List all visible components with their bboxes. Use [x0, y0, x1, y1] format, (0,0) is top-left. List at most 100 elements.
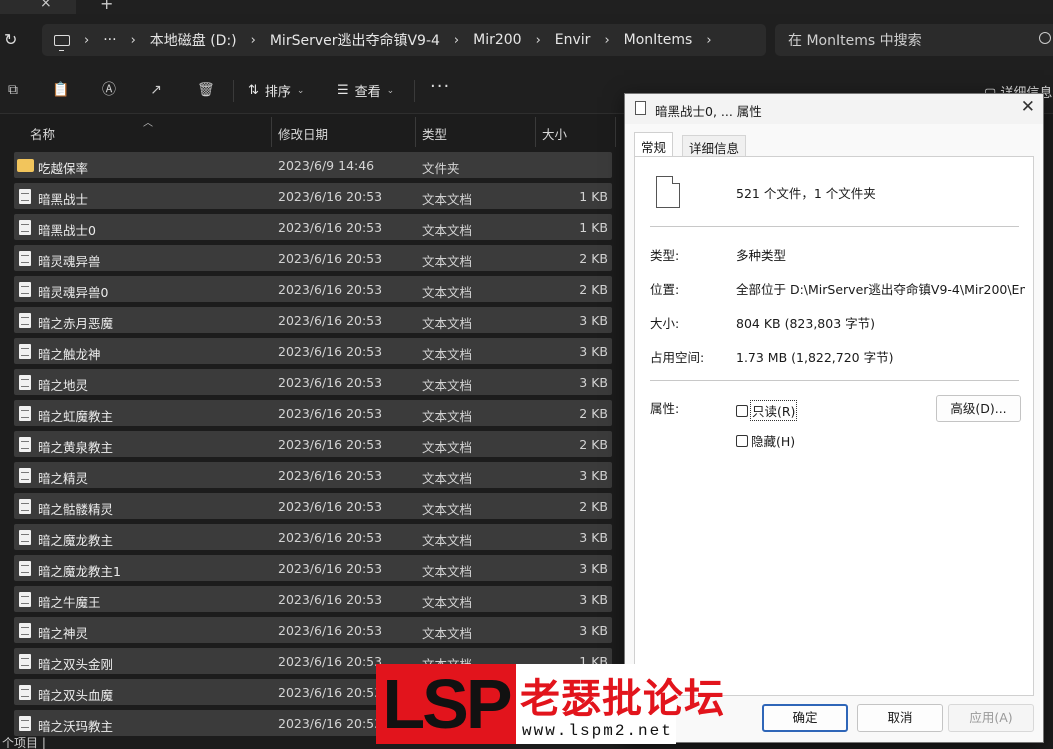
ok-button[interactable]: 确定: [762, 704, 848, 732]
file-row[interactable]: 暗之神灵 2023/6/16 20:53 文本文档 3 KB: [14, 615, 612, 646]
text-document-icon: [19, 592, 31, 607]
file-date: 2023/6/16 20:53: [278, 189, 383, 204]
apply-button[interactable]: 应用(A): [948, 704, 1034, 732]
file-row[interactable]: 暗之触龙神 2023/6/16 20:53 文本文档 3 KB: [14, 336, 612, 367]
file-date: 2023/6/16 20:53: [278, 592, 383, 607]
chevron-right-icon[interactable]: ›: [251, 33, 256, 48]
text-document-icon: [19, 654, 31, 669]
file-row[interactable]: 暗灵魂异兽 2023/6/16 20:53 文本文档 2 KB: [14, 243, 612, 274]
file-row[interactable]: 暗之黄泉教主 2023/6/16 20:53 文本文档 2 KB: [14, 429, 612, 460]
watermark-url: www.lspm2.net: [522, 722, 673, 740]
file-row[interactable]: 暗灵魂异兽0 2023/6/16 20:53 文本文档 2 KB: [14, 274, 612, 305]
toolbar-divider: [233, 80, 234, 102]
readonly-checkbox[interactable]: 只读(R): [736, 400, 798, 421]
text-document-icon: [19, 344, 31, 359]
divider: [650, 226, 1019, 227]
cancel-button[interactable]: 取消: [857, 704, 943, 732]
chevron-right-icon[interactable]: ›: [604, 33, 609, 48]
rename-icon[interactable]: Ⓐ: [101, 82, 117, 98]
this-pc-icon[interactable]: [54, 34, 70, 51]
sort-button[interactable]: ⇅ 排序 ⌄: [248, 81, 304, 100]
breadcrumb-drive[interactable]: 本地磁盘 (D:): [150, 30, 237, 50]
view-button[interactable]: ☰ 查看 ⌄: [337, 81, 394, 100]
column-separator[interactable]: [415, 117, 416, 147]
file-name: 暗灵魂异兽: [38, 254, 101, 269]
breadcrumb-envir[interactable]: Envir: [555, 32, 591, 48]
more-options-icon[interactable]: ···: [430, 76, 450, 97]
file-date: 2023/6/16 20:53: [278, 282, 383, 297]
advanced-button[interactable]: 高级(D)...: [936, 395, 1021, 422]
text-document-icon: [19, 189, 31, 204]
chevron-right-icon[interactable]: ›: [536, 33, 541, 48]
size-label: 大小:: [650, 316, 680, 331]
file-row[interactable]: 吃越保率 2023/6/9 14:46 文件夹: [14, 150, 612, 181]
delete-icon[interactable]: 🗑: [197, 82, 215, 98]
file-type: 文本文档: [422, 533, 473, 548]
column-type[interactable]: 类型: [422, 124, 447, 143]
breadcrumb-mir200[interactable]: Mir200: [473, 32, 521, 48]
copy-icon[interactable]: ⧉: [5, 82, 21, 98]
breadcrumb-monitems[interactable]: MonItems: [624, 32, 693, 48]
column-name[interactable]: 名称: [30, 124, 55, 143]
breadcrumb-more[interactable]: ···: [103, 32, 116, 48]
tab-close-icon[interactable]: ×: [40, 0, 52, 11]
chevron-right-icon[interactable]: ›: [131, 33, 136, 48]
text-document-icon: [19, 530, 31, 545]
readonly-label: 只读(R): [749, 400, 798, 421]
file-row[interactable]: 暗之牛魔王 2023/6/16 20:53 文本文档 3 KB: [14, 584, 612, 615]
column-header-row: ︿ 名称 修改日期 类型 大小: [0, 117, 620, 147]
type-value: 多种类型: [736, 248, 787, 263]
chevron-right-icon[interactable]: ›: [84, 33, 89, 48]
close-icon[interactable]: ✕: [1021, 97, 1035, 117]
active-tab[interactable]: ×: [0, 0, 76, 14]
file-row[interactable]: 暗之骷髅精灵 2023/6/16 20:53 文本文档 2 KB: [14, 491, 612, 522]
file-row[interactable]: 暗之精灵 2023/6/16 20:53 文本文档 3 KB: [14, 460, 612, 491]
file-date: 2023/6/16 20:53: [278, 561, 383, 576]
checkbox-box[interactable]: [736, 434, 748, 447]
text-document-icon: [19, 251, 31, 266]
file-size: 3 KB: [579, 623, 608, 638]
share-icon[interactable]: ↗: [148, 82, 164, 98]
checkbox-box[interactable]: [736, 404, 748, 417]
file-row[interactable]: 暗黑战士0 2023/6/16 20:53 文本文档 1 KB: [14, 212, 612, 243]
file-size: 3 KB: [579, 375, 608, 390]
column-separator[interactable]: [535, 117, 536, 147]
file-size: 3 KB: [579, 561, 608, 576]
file-row[interactable]: 暗之虹魔教主 2023/6/16 20:53 文本文档 2 KB: [14, 398, 612, 429]
location-label: 位置:: [650, 282, 680, 297]
tab-details[interactable]: 详细信息: [682, 135, 747, 156]
text-document-icon: [19, 499, 31, 514]
dialog-title-bar[interactable]: 暗黑战士0, ... 属性 ✕: [625, 94, 1043, 124]
refresh-icon[interactable]: ↻: [4, 30, 17, 49]
file-row[interactable]: 暗之魔龙教主1 2023/6/16 20:53 文本文档 3 KB: [14, 553, 612, 584]
address-bar[interactable]: › ··· › 本地磁盘 (D:) › MirServer逃出夺命镇V9-4 ›…: [42, 24, 766, 56]
file-type: 文本文档: [422, 440, 473, 455]
hidden-checkbox[interactable]: 隐藏(H): [736, 431, 795, 450]
column-date[interactable]: 修改日期: [278, 124, 328, 143]
tab-general[interactable]: 常规: [634, 132, 674, 157]
search-icon[interactable]: [1039, 32, 1051, 44]
breadcrumb-mirserver[interactable]: MirServer逃出夺命镇V9-4: [270, 30, 440, 50]
file-row[interactable]: 暗黑战士 2023/6/16 20:53 文本文档 1 KB: [14, 181, 612, 212]
file-row[interactable]: 暗之魔龙教主 2023/6/16 20:53 文本文档 3 KB: [14, 522, 612, 553]
column-separator[interactable]: [271, 117, 272, 147]
document-icon: [635, 101, 646, 115]
file-date: 2023/6/16 20:53: [278, 406, 383, 421]
file-size: 3 KB: [579, 468, 608, 483]
chevron-right-icon[interactable]: ›: [706, 33, 711, 48]
size-value: 804 KB (823,803 字节): [736, 316, 875, 331]
file-list: 吃越保率 2023/6/9 14:46 文件夹 暗黑战士 2023/6/16 20:5…: [14, 150, 612, 739]
chevron-right-icon[interactable]: ›: [454, 33, 459, 48]
sort-label: 排序: [264, 85, 291, 100]
column-size[interactable]: 大小: [542, 124, 567, 143]
file-row[interactable]: 暗之赤月恶魔 2023/6/16 20:53 文本文档 3 KB: [14, 305, 612, 336]
search-input[interactable]: 在 MonItems 中搜索: [775, 24, 1053, 56]
view-label: 查看: [354, 85, 381, 100]
file-row[interactable]: 暗之地灵 2023/6/16 20:53 文本文档 3 KB: [14, 367, 612, 398]
paste-icon[interactable]: 📋: [52, 82, 69, 98]
column-separator[interactable]: [615, 117, 616, 147]
file-date: 2023/6/16 20:53: [278, 375, 383, 390]
new-tab-icon[interactable]: +: [100, 0, 113, 13]
toolbar-divider: [414, 80, 415, 102]
file-name: 暗之牛魔王: [38, 595, 101, 610]
